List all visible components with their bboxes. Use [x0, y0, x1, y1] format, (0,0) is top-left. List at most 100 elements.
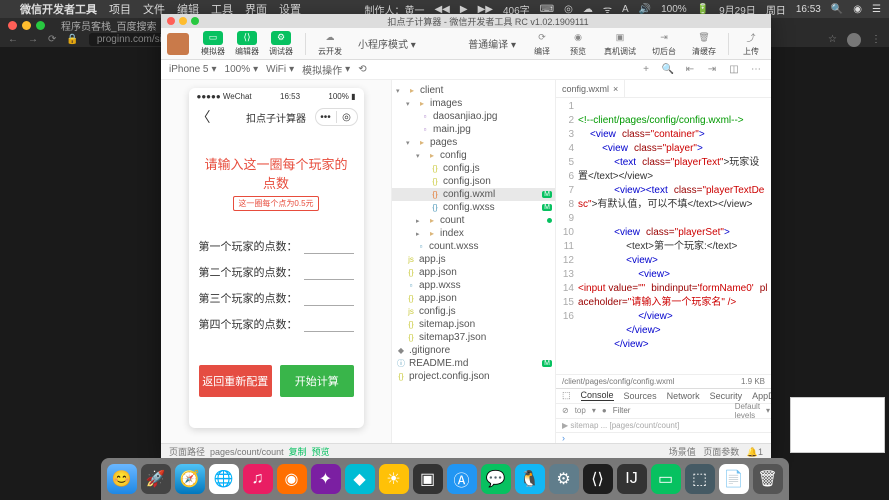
tree-configjs2[interactable]: jsconfig.js [392, 305, 555, 318]
console-tab-sources[interactable]: Sources [624, 391, 657, 401]
tree-configjs[interactable]: {}config.js [392, 162, 555, 175]
media-play-icon[interactable]: ▶ [460, 4, 468, 15]
tree-images[interactable]: ▾▸images [392, 97, 555, 110]
indent-left-icon[interactable]: ⇤ [683, 63, 697, 77]
star-icon[interactable]: ☆ [828, 34, 837, 45]
circle-icon[interactable]: ◎ [564, 4, 573, 15]
tree-pages[interactable]: ▾▸pages [392, 136, 555, 149]
media-prev-icon[interactable]: ◀◀ [434, 4, 449, 15]
search-icon[interactable]: 🔍 [661, 63, 675, 77]
compile-button[interactable]: ⟳编译 [528, 31, 556, 57]
tree-configjson[interactable]: {}config.json [392, 175, 555, 188]
dock-settings[interactable]: ⚙ [549, 464, 579, 494]
network-select[interactable]: WiFi ▾ [266, 64, 294, 75]
tree-count[interactable]: ▸▸count [392, 214, 555, 227]
simulator-button[interactable]: ▭模拟器 [197, 31, 229, 57]
background-button[interactable]: ⇥切后台 [648, 31, 680, 57]
tree-gitignore[interactable]: ◆.gitignore [392, 344, 555, 357]
tree-countwxss[interactable]: ▫count.wxss [392, 240, 555, 253]
dock-appstore[interactable]: Ⓐ [447, 464, 477, 494]
field-2-input[interactable] [304, 264, 354, 280]
inspect-icon[interactable]: ⬚ [562, 390, 571, 401]
compile-mode-dropdown[interactable]: 普通编译 ▾ [464, 36, 520, 51]
device-select[interactable]: iPhone 5 ▾ [169, 64, 217, 75]
tree-configwxml[interactable]: {}config.wxmlM [392, 188, 555, 201]
rotate-icon[interactable]: ⟲ [358, 64, 366, 75]
more-icon[interactable]: ⋯ [749, 63, 763, 77]
close-dot[interactable] [8, 21, 17, 30]
menu-icon[interactable]: ⋮ [871, 34, 881, 45]
ide-close-dot[interactable] [167, 17, 175, 25]
console-prompt[interactable]: › [556, 432, 771, 443]
cloud-dev-button[interactable]: ☁云开发 [314, 31, 346, 57]
browser-tab[interactable]: 程序员客栈_百度搜索 [61, 18, 157, 33]
nav-reload-icon[interactable]: ⟳ [48, 34, 56, 45]
tree-config[interactable]: ▾▸config [392, 149, 555, 162]
console-tab-security[interactable]: Security [710, 391, 743, 401]
reset-button[interactable]: 返回重新配置 [199, 365, 273, 397]
tab-close-icon[interactable]: × [613, 84, 618, 94]
code-area[interactable]: 12345678910111213141516 <!--client/pages… [556, 98, 771, 374]
menu-project[interactable]: 项目 [109, 1, 131, 17]
notif-bell-icon[interactable]: 🔔1 [747, 447, 763, 457]
input-icon[interactable]: A [622, 4, 629, 15]
tree-img2[interactable]: ▫main.jpg [392, 123, 555, 136]
indent-right-icon[interactable]: ⇥ [705, 63, 719, 77]
dock-app8[interactable]: ◆ [345, 464, 375, 494]
cloud-icon[interactable]: ☁ [583, 4, 593, 15]
tree-readme[interactable]: ⓘREADME.mdM [392, 357, 555, 370]
capsule-button[interactable]: •••◎ [315, 108, 358, 126]
minimized-window-thumbnail[interactable] [790, 397, 885, 453]
tree-img1[interactable]: ▫daosanjiao.jpg [392, 110, 555, 123]
tree-appwxss[interactable]: ▫app.wxss [392, 279, 555, 292]
min-dot[interactable] [22, 21, 31, 30]
copy-link[interactable]: 复制 [289, 447, 307, 457]
notif-icon[interactable]: ☰ [872, 4, 881, 15]
tree-client[interactable]: ▾▸client [392, 84, 555, 97]
editor-button[interactable]: ⟨⟩编辑器 [231, 31, 263, 57]
start-button[interactable]: 开始计算 [280, 365, 354, 397]
console-tab-appdata[interactable]: AppData [752, 391, 771, 401]
capsule-close-icon[interactable]: ◎ [337, 112, 357, 123]
debugger-button[interactable]: ⚙调试器 [265, 31, 297, 57]
console-tab-network[interactable]: Network [667, 391, 700, 401]
field-1-input[interactable] [304, 238, 354, 254]
menubar-app[interactable]: 微信开发者工具 [20, 1, 97, 17]
console-levels-select[interactable]: Default levels [735, 402, 760, 420]
keyboard-icon[interactable]: ⌨ [540, 4, 554, 15]
preview-button[interactable]: ◉预览 [564, 31, 592, 57]
spotlight-icon[interactable]: 🔍 [831, 4, 843, 15]
tree-appjson[interactable]: {}app.json [392, 266, 555, 279]
siri-icon[interactable]: ◉ [853, 4, 862, 15]
dock-music[interactable]: ♫ [243, 464, 273, 494]
upload-button[interactable]: ⤴上传 [737, 31, 765, 57]
sim-action-select[interactable]: 模拟操作 ▾ [302, 62, 350, 77]
ide-max-dot[interactable] [191, 17, 199, 25]
clear-cache-button[interactable]: 🗑清缓存 [688, 31, 720, 57]
remote-debug-button[interactable]: ▣真机调试 [600, 31, 640, 57]
profile-icon[interactable] [847, 33, 861, 47]
tree-sitemap[interactable]: {}sitemap.json [392, 318, 555, 331]
nav-back-icon[interactable]: ← [8, 34, 18, 45]
tree-index[interactable]: ▸▸index [392, 227, 555, 240]
preview-link[interactable]: 预览 [312, 447, 330, 457]
dock-wxdevtools[interactable]: ▭ [651, 464, 681, 494]
back-icon[interactable]: 〈 [197, 107, 211, 127]
add-icon[interactable]: + [639, 63, 653, 77]
dock-launchpad[interactable]: 🚀 [141, 464, 171, 494]
field-3-input[interactable] [304, 290, 354, 306]
code-text[interactable]: <!--client/pages/config/config.wxml--> <… [578, 98, 771, 374]
dock-terminal[interactable]: ▣ [413, 464, 443, 494]
console-filter-input[interactable] [613, 406, 723, 415]
dock-intellij[interactable]: IJ [617, 464, 647, 494]
tree-configwxss[interactable]: {}config.wxssM [392, 201, 555, 214]
dock-qq[interactable]: 🐧 [515, 464, 545, 494]
dock-notes[interactable]: 📄 [719, 464, 749, 494]
dock-vscode[interactable]: ⟨⟩ [583, 464, 613, 494]
tree-sitemap37[interactable]: {}sitemap37.json [392, 331, 555, 344]
dock-app9[interactable]: ☀ [379, 464, 409, 494]
dock-safari[interactable]: 🧭 [175, 464, 205, 494]
nav-fwd-icon[interactable]: → [28, 34, 38, 45]
dock-app7[interactable]: ✦ [311, 464, 341, 494]
user-avatar[interactable] [167, 33, 189, 55]
